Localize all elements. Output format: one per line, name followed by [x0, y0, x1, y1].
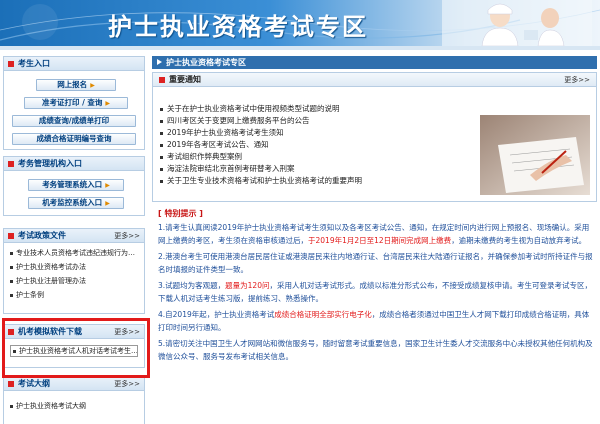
more-link[interactable]: 更多>> — [114, 377, 140, 391]
notice-item[interactable]: 关于在护士执业资格考试中使用视频类型试题的说明 — [160, 103, 480, 115]
arrow-right-icon: ▶ — [105, 182, 110, 189]
panel-title: 考试大纲 — [18, 379, 50, 388]
site-banner: 护士执业资格考试专区 — [0, 0, 600, 46]
highlight-frame — [2, 318, 150, 378]
banner-title: 护士执业资格考试专区 — [108, 13, 368, 41]
red-square-icon — [8, 381, 14, 387]
red-square-icon — [8, 161, 14, 167]
panel-title: 考生入口 — [18, 59, 50, 68]
tip-paragraph-1: 1.请考生认真阅读2019年护士执业资格考试考生须知以及各考区考试公告、通知，在… — [158, 223, 590, 245]
more-link[interactable]: 更多>> — [114, 229, 140, 243]
syllabus-panel: 考试大纲 更多>> 护士执业资格考试大纲 — [3, 376, 145, 424]
list-item[interactable]: 护士执业资格考试大纲 — [10, 399, 144, 413]
panel-title: 考务管理机构入口 — [18, 159, 82, 168]
notice-item[interactable]: 四川考区关于变更网上缴费服务平台的公告 — [160, 115, 480, 127]
panel-title: 重要通知 — [169, 75, 201, 84]
exam-management-system-button[interactable]: 考务管理系统入口 ▶ — [28, 179, 124, 191]
online-registration-button[interactable]: 网上报名 ▶ — [36, 79, 116, 91]
banner-divider — [0, 46, 600, 50]
red-square-icon — [8, 61, 14, 67]
list-item[interactable]: 护士条例 — [10, 288, 144, 302]
tip-paragraph-4: 4.自2019年起，护士执业资格考试成绩合格证明全部实行电子化，成绩合格者须通过… — [158, 310, 590, 332]
arrow-right-icon: ▶ — [105, 200, 110, 207]
panel-header: 重要通知 更多>> — [153, 73, 596, 87]
syllabus-list: 护士执业资格考试大纲 — [4, 391, 144, 413]
list-item[interactable]: 护士执业资格考试办法 — [10, 260, 144, 274]
notice-item[interactable]: 关于卫生专业技术资格考试和护士执业资格考试的重要声明 — [160, 175, 480, 187]
tip-paragraph-5: 5.请密切关注中国卫生人才网网站和微信服务号，随时留意考试重要信息，国家卫生计生… — [158, 339, 593, 361]
red-square-icon — [159, 77, 165, 83]
arrow-right-icon: ▶ — [90, 82, 95, 89]
panel-header: 考务管理机构入口 — [4, 157, 144, 171]
tip-paragraph-3: 3.试题均为客观题，题量为120问，采用人机对话考试形式。成绩以标准分形式公布，… — [158, 281, 592, 303]
certificate-number-query-button[interactable]: 成绩合格证明编号查询 — [12, 133, 136, 145]
exam-monitoring-system-button[interactable]: 机考监控系统入口 ▶ — [28, 197, 124, 209]
panel-header: 考试大纲 更多>> — [4, 377, 144, 391]
panel-title: 考试政策文件 — [18, 231, 66, 240]
notice-item[interactable]: 海淀法院审结北京首例考研替考入刑案 — [160, 163, 480, 175]
red-square-icon — [8, 233, 14, 239]
candidate-entry-panel: 考生入口 网上报名 ▶ 准考证打印 / 查询 ▶ 成绩查询/成绩单打印 成绩合格证明… — [3, 56, 145, 150]
notice-list: 关于在护士执业资格考试中使用视频类型试题的说明 四川考区关于变更网上缴费服务平台… — [160, 103, 480, 187]
tip-paragraph-2: 2.港澳台考生可使用港澳台居民居住证或港澳居民来往内地通行证、台湾居民来往大陆通… — [158, 252, 593, 274]
policy-list: 专业技术人员资格考试违纪违规行为… 护士执业资格考试办法 护士执业注册管理办法 … — [4, 243, 144, 302]
notice-item[interactable]: 考试组织作弊典型案例 — [160, 151, 480, 163]
special-tips-section: [ 特别提示 ] 1.请考生认真阅读2019年护士执业资格考试考生须知以及各考区… — [152, 207, 597, 421]
list-item[interactable]: 专业技术人员资格考试违纪违规行为… — [10, 246, 144, 260]
list-item[interactable]: 护士执业注册管理办法 — [10, 274, 144, 288]
agency-entry-panel: 考务管理机构入口 考务管理系统入口 ▶ 机考监控系统入口 ▶ — [3, 156, 145, 216]
score-query-button[interactable]: 成绩查询/成绩单打印 — [12, 115, 136, 127]
policy-documents-panel: 考试政策文件 更多>> 专业技术人员资格考试违纪违规行为… 护士执业资格考试办法… — [3, 228, 145, 314]
tips-title: [ 特别提示 ] — [158, 209, 203, 218]
signing-document-photo — [480, 115, 590, 195]
panel-header: 考生入口 — [4, 57, 144, 71]
important-notice-panel: 重要通知 更多>> 关于在护士执业资格考试中使用视频类型试题的说明 四川考区关于… — [152, 72, 597, 202]
main-section-header: 护士执业资格考试专区 — [152, 56, 597, 69]
more-link[interactable]: 更多>> — [564, 73, 590, 87]
arrow-right-icon: ▶ — [105, 100, 111, 107]
triangle-right-icon — [157, 59, 162, 65]
panel-header: 考试政策文件 更多>> — [4, 229, 144, 243]
notice-item[interactable]: 2019年各考区考试公告、通知 — [160, 139, 480, 151]
admission-ticket-button[interactable]: 准考证打印 / 查询 ▶ — [24, 97, 128, 109]
notice-item[interactable]: 2019年护士执业资格考试考生须知 — [160, 127, 480, 139]
nurse-illustration — [442, 0, 592, 46]
